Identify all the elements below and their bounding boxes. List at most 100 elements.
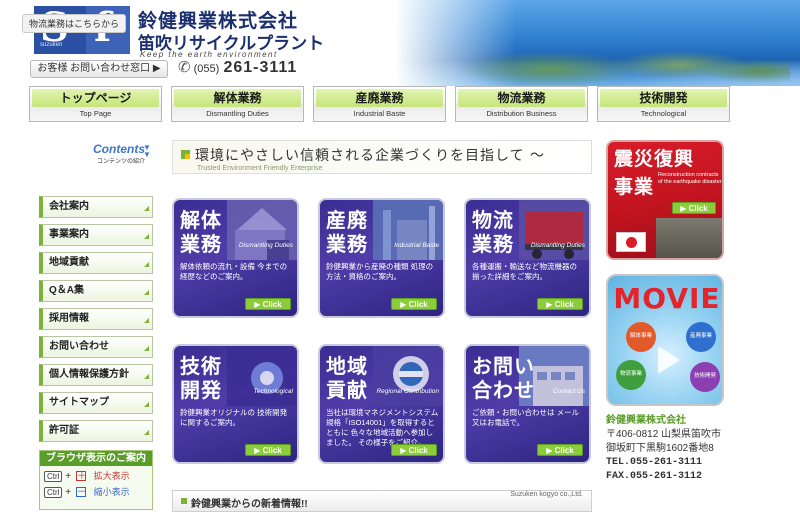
dismantling-photo (227, 200, 297, 260)
phone-number[interactable]: ✆ (055) 261-3111 (178, 58, 297, 77)
card-english: Industrial Baste (394, 242, 439, 249)
sidebar-item-label: お問い合わせ (49, 341, 109, 352)
click-button[interactable]: ▶ Click (537, 444, 583, 456)
japan-flag-icon (616, 232, 646, 252)
nav-top-page[interactable]: トップページ Top Page (29, 86, 162, 122)
card-title-2: 業務 (326, 234, 368, 256)
nav-label: 技術開発 (639, 91, 688, 105)
click-button[interactable]: ▶ Click (672, 202, 716, 214)
earthquake-reconstruction-banner[interactable]: 震災復興 事業 Reconstruction contracts of the … (606, 140, 724, 260)
card-industrial-waste[interactable]: 産廃 業務 Industrial Baste 鈴健興業から産廃の種類 処理の方法… (318, 198, 445, 318)
corner-arrow-icon (144, 262, 149, 267)
sidebar-item-label: 許可証 (49, 425, 79, 436)
card-technology[interactable]: 技術 開発 Technological 鈴健興業オリジナルの 技術開発に関するご… (172, 344, 299, 464)
sidebar-item-label: 個人情報保護方針 (49, 369, 129, 380)
corner-arrow-icon (144, 374, 149, 379)
zoom-out-label: 縮小表示 (93, 487, 130, 497)
nav-label: 物流業務 (497, 91, 546, 105)
sidebar-item-company[interactable]: 会社案内 (39, 196, 153, 218)
right-column: 震災復興 事業 Reconstruction contracts of the … (602, 136, 732, 513)
nav-sublabel: Technological (640, 109, 687, 118)
sidebar-item-label: Q＆A集 (49, 285, 84, 296)
phone-icon: ✆ (178, 59, 191, 76)
corner-arrow-icon (144, 402, 149, 407)
browser-zoom-guide: ブラウザ表示のご案内 Ctrl + ＋ 拡大表示 Ctrl + － 縮小表示 (39, 450, 153, 510)
card-community[interactable]: 地域 貢献 Regional Contribution 当社は環境マネジメントシ… (318, 344, 445, 464)
sidebar-item-contact[interactable]: お問い合わせ (39, 336, 153, 358)
company-info: 鈴健興業株式会社 〒406-0812 山梨県笛吹市 御坂町下黒駒1602番地8 … (606, 414, 730, 484)
card-description: 解体依頼の流れ・設備 今までの経歴などのご案内。 (180, 262, 288, 281)
banner-subline: Trusted Environment Friendly Enterprise (197, 165, 323, 172)
corner-arrow-icon (144, 318, 149, 323)
chevron-down-icon: ▼ ▼ (143, 143, 151, 159)
green-square-icon (181, 498, 187, 504)
nav-label: トップページ (59, 91, 132, 105)
nav-technology[interactable]: 技術開発 Technological (597, 86, 730, 122)
card-distribution[interactable]: 物流 業務 Dismantling Duties 各種運搬・輸送など物流機器の … (464, 198, 591, 318)
sidebar-item-business[interactable]: 事業案内 (39, 224, 153, 246)
card-contact[interactable]: お問い 合わせ Contact Us ご依頼・お問い合わせは メール又はお電話で… (464, 344, 591, 464)
nav-label: 産廃業務 (355, 91, 404, 105)
logistics-link[interactable]: 物流業務はこちらから (22, 14, 127, 33)
card-dismantling[interactable]: 解体 業務 Dismantling Duties 解体依頼の流れ・設備 今までの… (172, 198, 299, 318)
movie-title: MOVIE (613, 282, 721, 315)
click-button[interactable]: ▶ Click (245, 298, 291, 310)
quake-english: Reconstruction contracts of the earthqua… (658, 172, 722, 185)
orb-technology: 技術開発 (690, 362, 720, 392)
nav-sublabel: Industrial Baste (353, 109, 406, 118)
news-header: 鈴健興業からの新着情報!! Suzuken kogyo co.,Ltd. (172, 490, 592, 512)
site-header: S f suzuken 物流業務はこちらから 鈴健興業株式会社 笛吹リサイクルプ… (0, 0, 800, 86)
contact-window-button[interactable]: お客様 お問い合わせ窓口 ▶ (30, 60, 168, 78)
sidebar: Contents コンテンツの紹介 ▼ ▼ 会社案内 事業案内 地域貢献 Q＆A集… (25, 136, 158, 513)
news-company-en: Suzuken kogyo co.,Ltd. (510, 491, 583, 498)
corner-arrow-icon (144, 430, 149, 435)
card-title-2: 合わせ (472, 380, 535, 402)
card-english: Dismantling Duties (530, 242, 585, 249)
card-english: Regional Contribution (376, 388, 439, 395)
card-description: 鈴健興業オリジナルの 技術開発に関するご案内。 (180, 408, 288, 427)
browser-guide-title: ブラウザ表示のご案内 (40, 451, 152, 466)
click-button[interactable]: ▶ Click (245, 444, 291, 456)
card-title-2: 業務 (180, 234, 222, 256)
ctrl-key: Ctrl (44, 487, 63, 498)
card-description: 当社は環境マネジメントシステム 規格「ISO14001」を取得するとともに 色々… (326, 408, 439, 447)
orb-dismantling: 解体事業 (626, 322, 656, 352)
card-title-2: 開発 (180, 380, 222, 402)
sidebar-item-permits[interactable]: 許可証 (39, 420, 153, 442)
banner-headline: 環境にやさしい信頼される企業づくりを目指して 〜 (195, 148, 546, 164)
ctrl-key: Ctrl (44, 471, 63, 482)
company-tel: TEL.055-261-3111 (606, 457, 703, 468)
contents-title: Contents (93, 142, 145, 156)
card-description: 各種運搬・輸送など物流機器の 揃った詳細をご案内。 (472, 262, 577, 281)
zoom-in-label: 拡大表示 (93, 471, 130, 481)
sidebar-item-recruit[interactable]: 採用情報 (39, 308, 153, 330)
nav-dismantling[interactable]: 解体業務 Dismantling Duties (171, 86, 304, 122)
click-button[interactable]: ▶ Click (391, 298, 437, 310)
card-description: ご依頼・お問い合わせは メール又はお電話で。 (472, 408, 580, 427)
company-address-line1: 〒406-0812 山梨県笛吹市 (606, 429, 722, 440)
nav-industrial-waste[interactable]: 産廃業務 Industrial Baste (313, 86, 446, 122)
sidebar-item-sitemap[interactable]: サイトマップ (39, 392, 153, 414)
plant-photo (373, 200, 443, 260)
nav-sublabel: Dismantling Duties (206, 109, 269, 118)
corner-arrow-icon (144, 234, 149, 239)
earth-land-decoration (430, 45, 790, 85)
phone-digits: 261-3111 (223, 59, 298, 76)
click-button[interactable]: ▶ Click (537, 298, 583, 310)
card-description: 鈴健興業から産廃の種類 処理の方法・資格のご案内。 (326, 262, 434, 281)
sidebar-item-label: 会社案内 (49, 201, 89, 212)
nav-distribution[interactable]: 物流業務 Distribution Business (455, 86, 588, 122)
corner-arrow-icon (144, 206, 149, 211)
yellow-square-icon (185, 154, 190, 159)
movie-banner[interactable]: MOVIE 解体事業 物流事業 産廃事業 技術開発 (606, 274, 724, 406)
sidebar-item-privacy[interactable]: 個人情報保護方針 (39, 364, 153, 386)
company-info-name: 鈴健興業株式会社 (606, 415, 686, 426)
click-button[interactable]: ▶ Click (391, 444, 437, 456)
company-address-line2: 御坂町下黒駒1602番地8 (606, 443, 714, 454)
sidebar-item-label: 地域貢献 (49, 257, 89, 268)
sidebar-item-community[interactable]: 地域貢献 (39, 252, 153, 274)
sidebar-item-faq[interactable]: Q＆A集 (39, 280, 153, 302)
card-english: Dismantling Duties (238, 242, 293, 249)
zoom-out-row: Ctrl + － 縮小表示 (40, 482, 152, 498)
sidebar-item-label: サイトマップ (49, 397, 109, 408)
